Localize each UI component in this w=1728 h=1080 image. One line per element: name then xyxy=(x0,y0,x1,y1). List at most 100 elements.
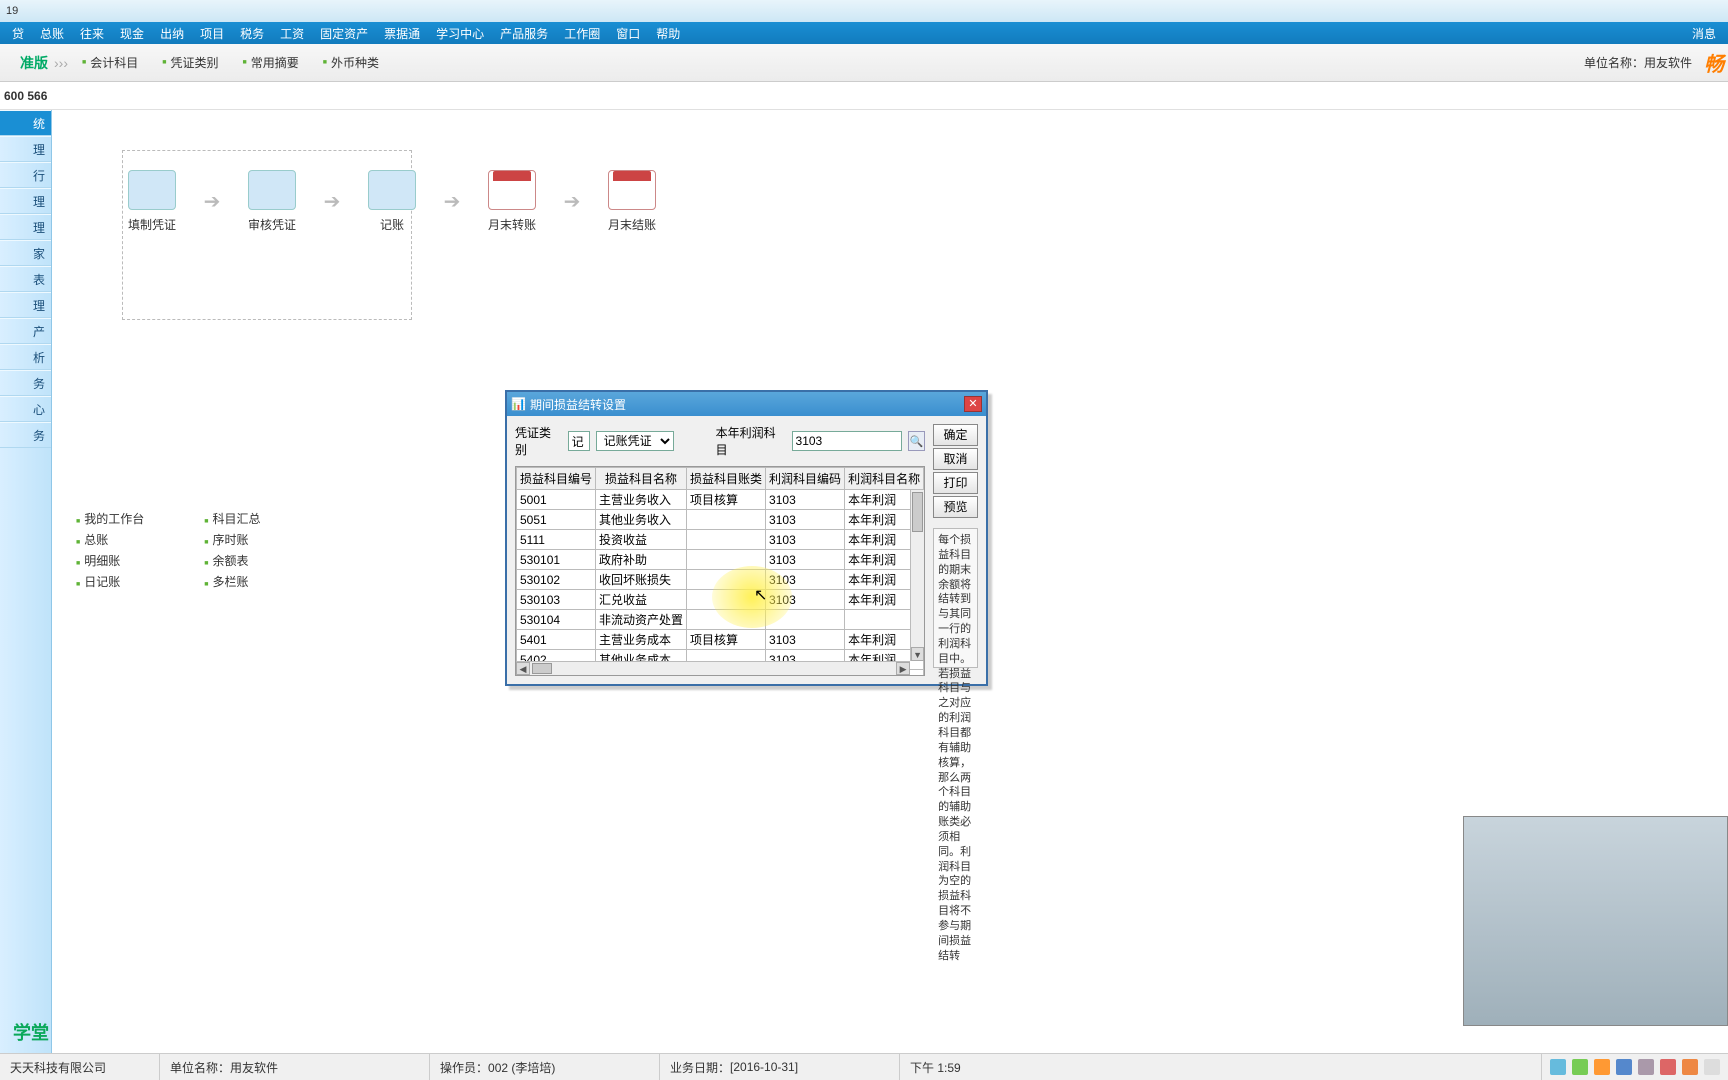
link-journal[interactable]: 日记账 xyxy=(76,573,144,590)
flow-month-close[interactable]: 月末结账 xyxy=(592,170,672,233)
menu-item[interactable]: 学习中心 xyxy=(428,25,492,42)
sidebar-item[interactable]: 务 xyxy=(0,422,51,448)
link-general-ledger[interactable]: 总账 xyxy=(76,531,144,548)
link-multi-column[interactable]: 多栏账 xyxy=(204,573,260,590)
table-header[interactable]: 损益科目账类 xyxy=(687,468,766,490)
table-cell[interactable]: 5051 xyxy=(517,510,596,530)
table-cell[interactable]: 530102 xyxy=(517,570,596,590)
flow-audit-voucher[interactable]: 审核凭证 xyxy=(232,170,312,233)
scroll-down-icon[interactable]: ▼ xyxy=(911,647,924,661)
close-button[interactable]: ✕ xyxy=(964,396,982,412)
table-cell[interactable]: 5401 xyxy=(517,630,596,650)
vertical-scrollbar[interactable]: ▼ xyxy=(910,490,924,661)
sidebar-item[interactable]: 理 xyxy=(0,188,51,214)
link-subject-summary[interactable]: 科目汇总 xyxy=(204,510,260,527)
preview-button[interactable]: 预览 xyxy=(933,496,978,518)
table-cell[interactable] xyxy=(766,610,845,630)
tray-icon[interactable] xyxy=(1594,1059,1610,1075)
table-cell[interactable]: 5111 xyxy=(517,530,596,550)
dialog-titlebar[interactable]: 📊期间损益结转设置 ✕ xyxy=(507,392,986,416)
scroll-left-icon[interactable]: ◀ xyxy=(516,662,530,675)
sidebar-item[interactable]: 表 xyxy=(0,266,51,292)
table-cell[interactable]: 主营业务成本 xyxy=(596,630,687,650)
table-row[interactable]: 5001主营业务收入项目核算3103本年利润 xyxy=(517,490,924,510)
scroll-right-icon[interactable]: ▶ xyxy=(896,662,910,675)
sidebar-item[interactable]: 家 xyxy=(0,240,51,266)
menu-item[interactable]: 税务 xyxy=(232,25,272,42)
table-row[interactable]: 5111投资收益3103本年利润 xyxy=(517,530,924,550)
toolbar-foreign-currency[interactable]: 外币种类 xyxy=(311,54,391,71)
menu-item[interactable]: 总账 xyxy=(32,25,72,42)
toolbar-common-summary[interactable]: 常用摘要 xyxy=(231,54,311,71)
table-cell[interactable] xyxy=(687,550,766,570)
link-detail-ledger[interactable]: 明细账 xyxy=(76,552,144,569)
table-cell[interactable]: 投资收益 xyxy=(596,530,687,550)
table-cell[interactable] xyxy=(687,590,766,610)
table-row[interactable]: 530102收回坏账损失3103本年利润 xyxy=(517,570,924,590)
menu-item[interactable]: 工作圈 xyxy=(556,25,608,42)
table-cell[interactable]: 收回坏账损失 xyxy=(596,570,687,590)
tray-icon[interactable] xyxy=(1616,1059,1632,1075)
table-cell[interactable]: 政府补助 xyxy=(596,550,687,570)
table-cell[interactable]: 项目核算 xyxy=(687,630,766,650)
table-cell[interactable] xyxy=(687,510,766,530)
table-cell[interactable]: 3103 xyxy=(766,630,845,650)
menu-item[interactable]: 往来 xyxy=(72,25,112,42)
sidebar-item[interactable]: 行 xyxy=(0,162,51,188)
tray-icon[interactable] xyxy=(1638,1059,1654,1075)
table-cell[interactable]: 其他业务收入 xyxy=(596,510,687,530)
menu-item[interactable]: 出纳 xyxy=(152,25,192,42)
table-cell[interactable]: 530104 xyxy=(517,610,596,630)
voucher-type-select[interactable]: 记账凭证 xyxy=(596,431,674,451)
table-cell[interactable]: 非流动资产处置 xyxy=(596,610,687,630)
table-row[interactable]: 530103汇兑收益3103本年利润 xyxy=(517,590,924,610)
toolbar-account-subject[interactable]: 会计科目 xyxy=(70,54,150,71)
flow-post[interactable]: 记账 xyxy=(352,170,432,233)
menu-item[interactable]: 产品服务 xyxy=(492,25,556,42)
table-cell[interactable]: 主营业务收入 xyxy=(596,490,687,510)
table-cell[interactable]: 530103 xyxy=(517,590,596,610)
cancel-button[interactable]: 取消 xyxy=(933,448,978,470)
menu-item[interactable]: 项目 xyxy=(192,25,232,42)
horizontal-scrollbar[interactable]: ◀ ▶ xyxy=(516,661,910,675)
menu-messages[interactable]: 消息 xyxy=(1684,25,1724,42)
voucher-type-code[interactable] xyxy=(568,431,590,451)
search-icon[interactable]: 🔍 xyxy=(908,431,926,451)
table-cell[interactable]: 项目核算 xyxy=(687,490,766,510)
link-workbench[interactable]: 我的工作台 xyxy=(76,510,144,527)
table-cell[interactable]: 530101 xyxy=(517,550,596,570)
table-row[interactable]: 5401主营业务成本项目核算3103本年利润 xyxy=(517,630,924,650)
tray-icon[interactable] xyxy=(1572,1059,1588,1075)
table-cell[interactable]: 3103 xyxy=(766,570,845,590)
sidebar-item[interactable]: 产 xyxy=(0,318,51,344)
sidebar-item[interactable]: 务 xyxy=(0,370,51,396)
toolbar-voucher-type[interactable]: 凭证类别 xyxy=(150,54,230,71)
table-header[interactable]: 损益科目名称 xyxy=(596,468,687,490)
ok-button[interactable]: 确定 xyxy=(933,424,978,446)
sidebar-item[interactable]: 析 xyxy=(0,344,51,370)
table-header[interactable]: 利润科目编码 xyxy=(766,468,845,490)
table-cell[interactable] xyxy=(687,570,766,590)
flow-month-transfer[interactable]: 月末转账 xyxy=(472,170,552,233)
menu-item[interactable]: 帮助 xyxy=(648,25,688,42)
table-cell[interactable] xyxy=(687,530,766,550)
menu-item[interactable]: 工资 xyxy=(272,25,312,42)
menu-item[interactable]: 贷 xyxy=(4,25,32,42)
scrollbar-thumb[interactable] xyxy=(532,663,552,674)
menu-item[interactable]: 票据通 xyxy=(376,25,428,42)
print-button[interactable]: 打印 xyxy=(933,472,978,494)
link-chronological[interactable]: 序时账 xyxy=(204,531,260,548)
table-cell[interactable]: 汇兑收益 xyxy=(596,590,687,610)
table-row[interactable]: 5051其他业务收入3103本年利润 xyxy=(517,510,924,530)
table-header[interactable]: 损益科目编号 xyxy=(517,468,596,490)
sidebar-item[interactable]: 统 xyxy=(0,110,51,136)
sidebar-item[interactable]: 理 xyxy=(0,292,51,318)
sidebar-item[interactable]: 理 xyxy=(0,136,51,162)
menu-item[interactable]: 固定资产 xyxy=(312,25,376,42)
table-cell[interactable]: 3103 xyxy=(766,510,845,530)
table-cell[interactable]: 3103 xyxy=(766,590,845,610)
tray-icon[interactable] xyxy=(1550,1059,1566,1075)
tray-icon[interactable] xyxy=(1682,1059,1698,1075)
tray-volume-icon[interactable] xyxy=(1704,1059,1720,1075)
sidebar-item[interactable]: 心 xyxy=(0,396,51,422)
